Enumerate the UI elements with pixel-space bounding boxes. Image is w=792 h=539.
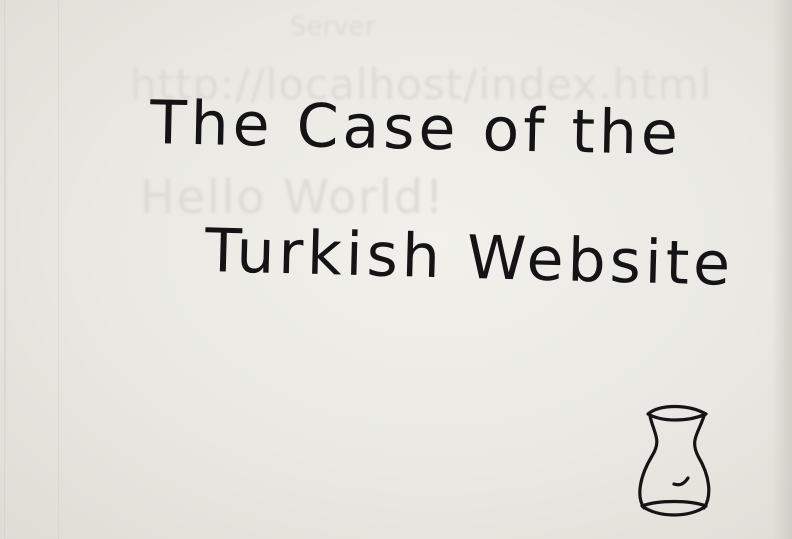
show-through-text-3: Hello World! xyxy=(140,170,446,224)
paper-sheet: Server http://localhost/index.html Hello… xyxy=(0,0,792,539)
paper-margin-line xyxy=(4,0,7,539)
title-line-2: Turkish Website xyxy=(204,216,735,300)
title-line-1: The Case of the xyxy=(149,88,683,170)
paper-right-edge xyxy=(772,0,792,539)
turkish-tea-glass-icon xyxy=(638,404,711,517)
show-through-text-1: Server xyxy=(290,12,376,42)
paper-inner-edge xyxy=(58,0,59,539)
